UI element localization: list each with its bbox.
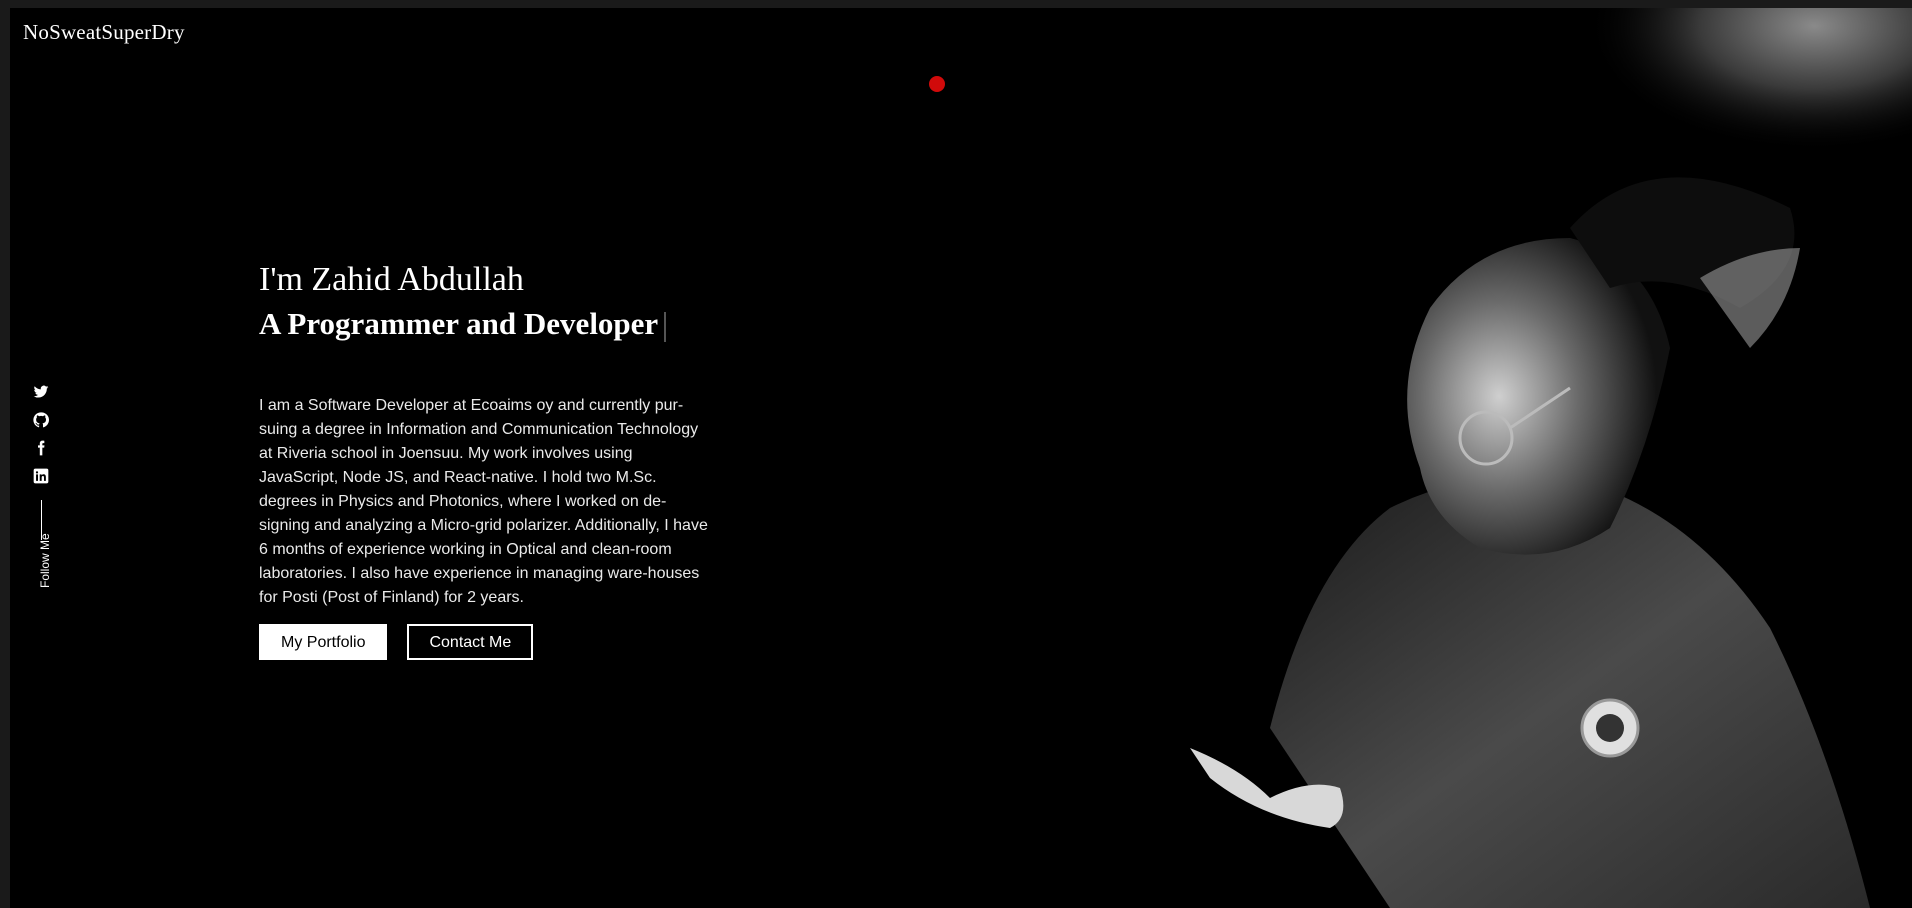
twitter-icon[interactable] xyxy=(33,384,49,400)
linkedin-icon[interactable] xyxy=(33,468,49,484)
social-links xyxy=(32,384,50,540)
hero-role-text: A Programmer and Developer xyxy=(259,306,659,341)
hero-role: A Programmer and Developer xyxy=(259,302,719,346)
hero-buttons: My Portfolio Contact Me xyxy=(259,624,719,660)
hero-section: I'm Zahid Abdullah A Programmer and Deve… xyxy=(259,258,719,660)
my-portfolio-button[interactable]: My Portfolio xyxy=(259,624,388,660)
page-frame: NoSweatSuperDry Follow Me I'm Zahid Abdu… xyxy=(10,8,1912,908)
portrait-photo xyxy=(1010,8,1912,908)
contact-me-button[interactable]: Contact Me xyxy=(407,624,534,660)
facebook-icon[interactable] xyxy=(33,440,49,456)
hero-bio: I am a Software Developer at Ecoaims oy … xyxy=(259,397,708,606)
hero-name: I'm Zahid Abdullah xyxy=(259,261,524,298)
site-logo[interactable]: NoSweatSuperDry xyxy=(23,20,185,45)
follow-me-label: Follow Me xyxy=(38,533,52,588)
cursor-dot xyxy=(929,76,945,92)
github-icon[interactable] xyxy=(33,412,49,428)
typing-caret xyxy=(664,311,667,342)
